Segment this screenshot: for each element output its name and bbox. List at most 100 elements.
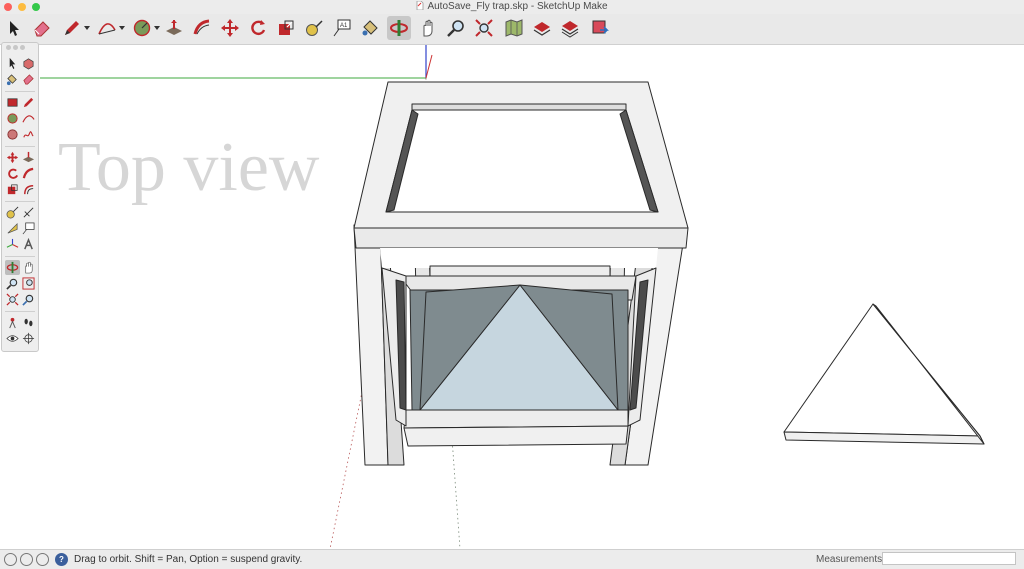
- scene-label: Top view: [58, 129, 320, 206]
- scale-tool-button[interactable]: [274, 16, 298, 40]
- palette-minimize-dot[interactable]: [13, 45, 18, 50]
- tape-measure-tool-button[interactable]: [302, 16, 326, 40]
- protractor-icon: [7, 222, 18, 234]
- paint-bucket-icon: [362, 20, 378, 36]
- credits-icon[interactable]: [20, 553, 33, 566]
- zoom-tool-button[interactable]: [444, 16, 468, 40]
- push-pull-tool-button[interactable]: [162, 16, 186, 40]
- palette-divider: [5, 311, 35, 312]
- palette-make-component-button[interactable]: [21, 56, 36, 71]
- rotate-icon: [8, 168, 18, 179]
- palette-3d-text-button[interactable]: [21, 237, 36, 252]
- palette-select-button[interactable]: [5, 56, 20, 71]
- help-icon[interactable]: ?: [55, 553, 68, 566]
- palette-section-plane-button[interactable]: [21, 331, 36, 346]
- palette-scale-button[interactable]: [5, 182, 20, 197]
- palette-zoom-dot[interactable]: [20, 45, 25, 50]
- palette-push-pull-button[interactable]: [21, 150, 36, 165]
- move-tool-button[interactable]: [218, 16, 242, 40]
- palette-arc-button[interactable]: [21, 111, 36, 126]
- window-title: AutoSave_Fly trap.skp - SketchUp Make: [427, 1, 608, 12]
- footprints-icon: [24, 318, 33, 327]
- palette-polygon-button[interactable]: [5, 127, 20, 142]
- orbit-tool-button[interactable]: [387, 16, 411, 40]
- palette-orbit-button[interactable]: [5, 260, 20, 275]
- palette-freehand-button[interactable]: [21, 127, 36, 142]
- palette-eraser-button[interactable]: [21, 72, 36, 87]
- pan-tool-button[interactable]: [416, 16, 440, 40]
- palette-previous-view-button[interactable]: [21, 292, 36, 307]
- text-tool-button[interactable]: A1: [330, 16, 354, 40]
- select-tool-button[interactable]: [2, 16, 26, 40]
- follow-me-icon: [22, 167, 34, 179]
- extension-tool-button[interactable]: [588, 16, 612, 40]
- paint-bucket-icon: [6, 74, 17, 86]
- eraser-tool-button[interactable]: [30, 16, 54, 40]
- geo-location-icon[interactable]: [4, 553, 17, 566]
- zoom-extents-tool-button[interactable]: [472, 16, 496, 40]
- rectangle-icon: [7, 98, 18, 107]
- palette-circle-button[interactable]: [5, 111, 20, 126]
- user-icon[interactable]: [36, 553, 49, 566]
- arrow-cursor-icon: [10, 21, 19, 36]
- palette-close-dot[interactable]: [6, 45, 11, 50]
- palette-axes-button[interactable]: [5, 237, 20, 252]
- shapes-tool-button[interactable]: [130, 16, 160, 40]
- magnifier-icon: [6, 278, 18, 290]
- palette-paint-button[interactable]: [5, 72, 20, 87]
- chevron-down-icon: [154, 26, 160, 30]
- palette-line-button[interactable]: [21, 95, 36, 110]
- share-component-tool-button[interactable]: [558, 16, 582, 40]
- eye-icon: [6, 335, 19, 342]
- pencil-icon: [65, 21, 79, 35]
- palette-protractor-button[interactable]: [5, 221, 20, 236]
- palette-zoom-window-button[interactable]: [21, 276, 36, 291]
- follow-me-icon: [193, 19, 210, 35]
- previous-view-icon: [22, 294, 34, 306]
- palette-text-button[interactable]: [21, 221, 36, 236]
- position-camera-icon: [9, 317, 16, 329]
- offset-tool-button[interactable]: [190, 16, 214, 40]
- zoom-extents-icon: [6, 293, 19, 306]
- palette-walk-button[interactable]: [21, 315, 36, 330]
- palette-zoom-button[interactable]: [5, 276, 20, 291]
- document-icon: [416, 0, 424, 11]
- palette-tape-measure-button[interactable]: [5, 205, 20, 220]
- chevron-down-icon: [84, 26, 90, 30]
- palette-look-around-button[interactable]: [5, 331, 20, 346]
- text-label-icon: [22, 222, 35, 235]
- title-bar: AutoSave_Fly trap.skp - SketchUp Make: [0, 0, 1024, 14]
- pencil-icon: [23, 97, 34, 108]
- measurements-input[interactable]: [882, 552, 1016, 565]
- palette-position-camera-button[interactable]: [5, 315, 20, 330]
- palette-follow-me-button[interactable]: [21, 166, 36, 181]
- share-model-tool-button[interactable]: [530, 16, 554, 40]
- scale-icon: [279, 20, 294, 35]
- palette-zoom-extents-button[interactable]: [5, 292, 20, 307]
- pyramid-shape[interactable]: [419, 284, 619, 411]
- zoom-window-icon: [22, 277, 35, 290]
- window-title-wrap: AutoSave_Fly trap.skp - SketchUp Make: [0, 0, 1024, 14]
- arc-tool-button[interactable]: [95, 16, 125, 40]
- triangle-plate[interactable]: [783, 303, 985, 445]
- palette-move-button[interactable]: [5, 150, 20, 165]
- pencil-tool-button[interactable]: [60, 16, 90, 40]
- push-pull-icon: [166, 20, 182, 35]
- warehouse-icon: [533, 22, 551, 36]
- palette-pan-button[interactable]: [21, 260, 36, 275]
- palette-dimension-button[interactable]: [21, 205, 36, 220]
- rotate-tool-button[interactable]: [246, 16, 270, 40]
- palette-rectangle-button[interactable]: [5, 95, 20, 110]
- warehouse-tool-button[interactable]: [502, 16, 526, 40]
- magnifier-icon: [447, 20, 464, 37]
- arc-icon: [22, 115, 35, 123]
- model-canvas[interactable]: [0, 45, 1024, 550]
- palette-offset-button[interactable]: [21, 182, 36, 197]
- map-icon: [505, 19, 523, 37]
- arc-icon: [98, 23, 116, 35]
- palette-rotate-button[interactable]: [5, 166, 20, 181]
- model-viewport[interactable]: Top view: [0, 45, 1024, 550]
- axes-icon: [6, 238, 19, 248]
- hand-icon: [25, 261, 33, 274]
- paint-bucket-tool-button[interactable]: [358, 16, 382, 40]
